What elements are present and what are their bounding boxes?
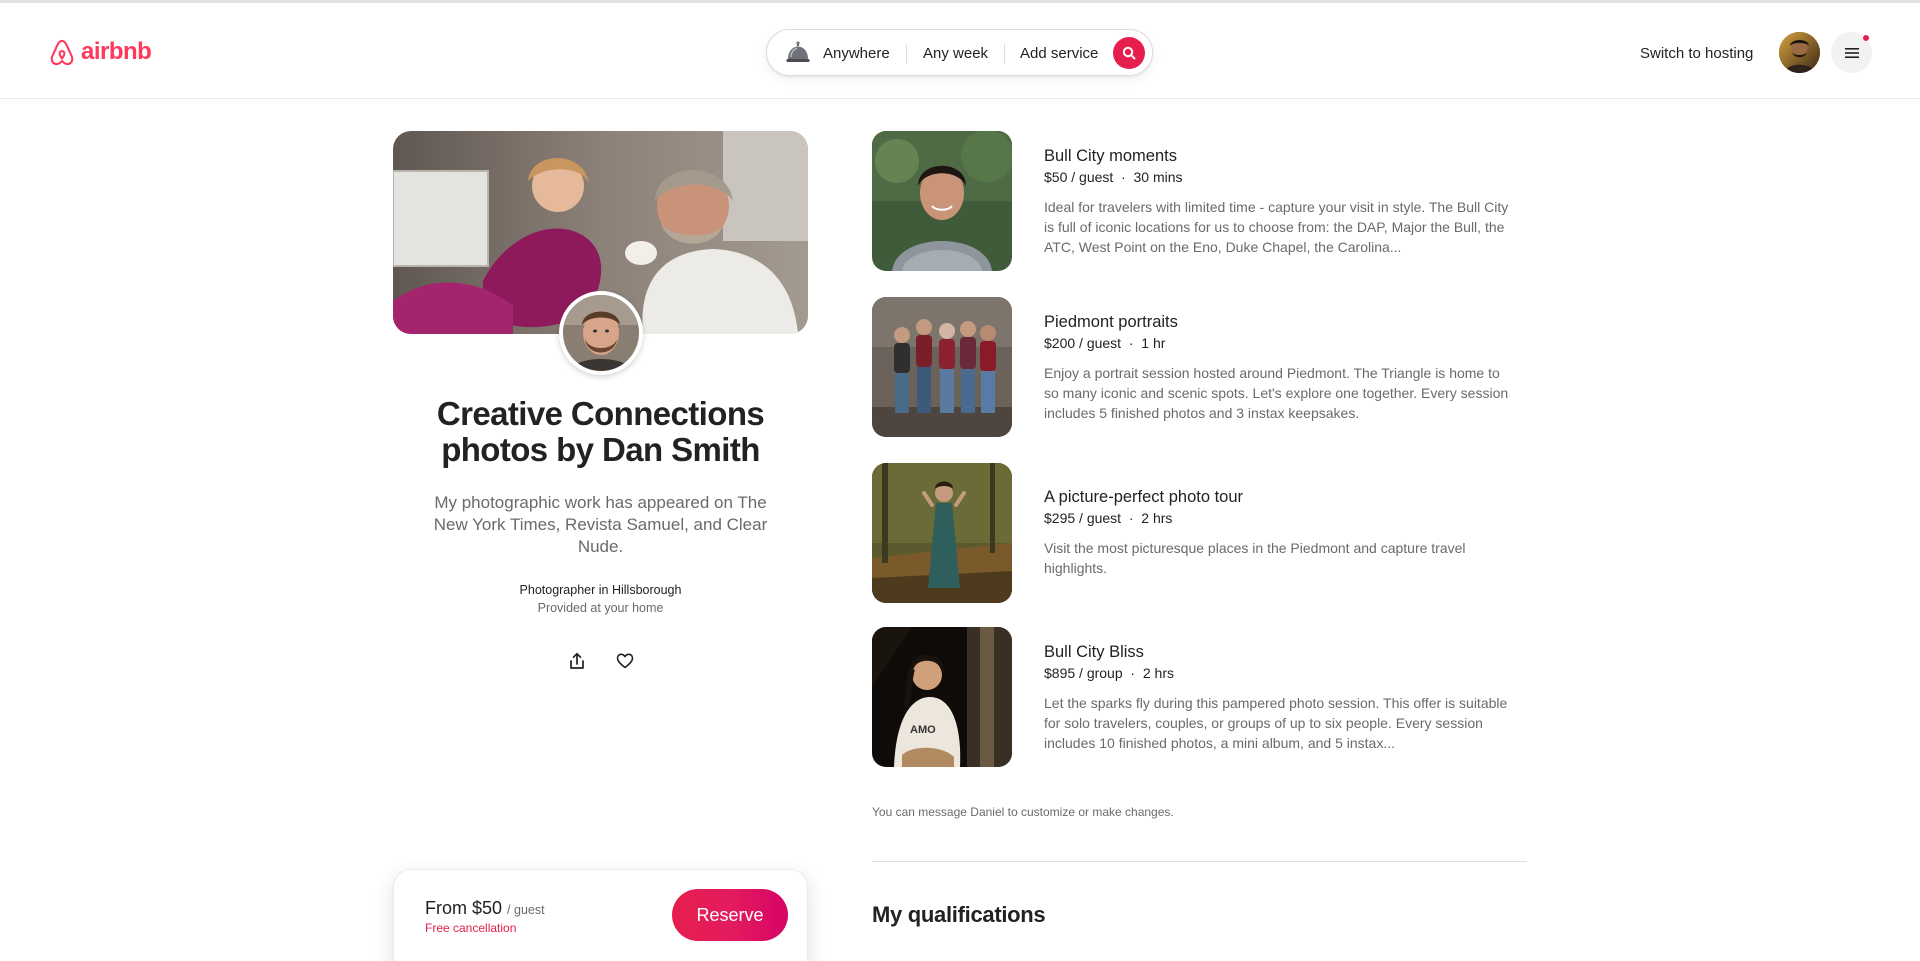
profile-title: Creative Connections photos by Dan Smith (436, 395, 765, 468)
service-price: $200 / guest (1044, 335, 1122, 351)
service-description: Ideal for travelers with limited time - … (1044, 199, 1509, 255)
service-duration: 30 mins (1133, 169, 1183, 185)
search-location[interactable]: Anywhere (823, 30, 890, 77)
service-photo (872, 131, 1012, 271)
search-dates[interactable]: Any week (923, 30, 988, 77)
notification-dot (1862, 34, 1870, 42)
service-price: $50 / guest (1044, 169, 1114, 185)
share-button[interactable] (565, 649, 589, 673)
user-avatar-image (1779, 32, 1820, 73)
site-header: airbnb Anywhere Any week Add service Swi… (0, 3, 1920, 99)
brand-name: airbnb (81, 38, 152, 65)
airbnb-belo-icon (50, 39, 74, 66)
service-meta: $895 / group · 2 hrs (1044, 665, 1174, 681)
meta-separator: · (1121, 335, 1142, 351)
save-to-wishlist-button[interactable] (613, 649, 637, 673)
heart-icon (616, 653, 634, 669)
reserve-button[interactable]: Reserve (672, 889, 788, 941)
service-price: $895 / group (1044, 665, 1123, 681)
service-photo-image (872, 297, 1012, 437)
service-description: Enjoy a portrait session hosted around P… (1044, 365, 1509, 421)
search-divider (906, 44, 907, 64)
service-bell-icon (786, 41, 810, 62)
service-description: Visit the most picturesque places in the… (1044, 540, 1466, 576)
service-title: Bull City moments (1044, 147, 1177, 165)
switch-to-hosting-link[interactable]: Switch to hosting (1628, 31, 1765, 75)
user-avatar[interactable] (1779, 32, 1820, 73)
service-price: $295 / guest (1044, 510, 1122, 526)
search-bar[interactable]: Anywhere Any week Add service (766, 29, 1153, 76)
search-button[interactable] (1113, 37, 1145, 69)
service-meta: $200 / guest · 1 hr (1044, 335, 1165, 351)
service-duration: 2 hrs (1141, 510, 1173, 526)
free-cancellation-label: Free cancellation (425, 921, 517, 935)
profile-location-note: Provided at your home (537, 601, 664, 615)
share-icon (570, 652, 584, 669)
meta-separator: · (1121, 510, 1142, 526)
profile-role: Photographer in Hillsborough (519, 583, 682, 597)
meta-separator: · (1122, 665, 1143, 681)
service-photo (872, 463, 1012, 603)
service-card[interactable]: AMO Bull City Bliss $895 / group · 2 hrs… (872, 627, 1528, 767)
service-photo (872, 297, 1012, 437)
search-divider (1004, 44, 1005, 64)
service-title: A picture-perfect photo tour (1044, 488, 1244, 506)
service-meta: $50 / guest · 30 mins (1044, 169, 1183, 185)
service-card[interactable]: Bull City moments $50 / guest · 30 mins … (872, 131, 1528, 271)
customize-note: You can message Daniel to customize or m… (872, 805, 1174, 819)
service-photo: AMO (872, 627, 1012, 767)
price-from: From $50 (425, 898, 503, 918)
service-meta: $295 / guest · 2 hrs (1044, 510, 1172, 526)
profile-bio: My photographic work has appeared on The… (433, 493, 768, 556)
price-summary: From $50 / guest (425, 898, 545, 919)
host-avatar[interactable] (559, 291, 643, 375)
meta-separator: · (1113, 169, 1134, 185)
section-divider (872, 861, 1527, 862)
service-duration: 1 hr (1141, 335, 1166, 351)
service-card[interactable]: Piedmont portraits $200 / guest · 1 hr E… (872, 297, 1528, 437)
svg-text:AMO: AMO (910, 724, 936, 736)
service-photo-image (872, 463, 1012, 603)
service-photo-image (872, 131, 1012, 271)
reserve-card: From $50 / guest Free cancellation Reser… (393, 869, 808, 961)
price-unit: / guest (507, 903, 545, 917)
service-card[interactable]: A picture-perfect photo tour $295 / gues… (872, 463, 1528, 603)
main-menu-button[interactable] (1831, 32, 1872, 73)
search-add-service[interactable]: Add service (1020, 30, 1098, 77)
airbnb-logo[interactable]: airbnb (47, 36, 152, 68)
service-duration: 2 hrs (1142, 665, 1174, 681)
service-title: Bull City Bliss (1044, 643, 1144, 661)
host-avatar-image (563, 295, 639, 371)
service-description: Let the sparks fly during this pampered … (1044, 695, 1508, 751)
qualifications-heading: My qualifications (872, 902, 1046, 927)
hamburger-icon (1844, 47, 1859, 58)
service-title: Piedmont portraits (1044, 313, 1178, 331)
search-icon (1122, 46, 1136, 60)
service-photo-image: AMO (872, 627, 1012, 767)
